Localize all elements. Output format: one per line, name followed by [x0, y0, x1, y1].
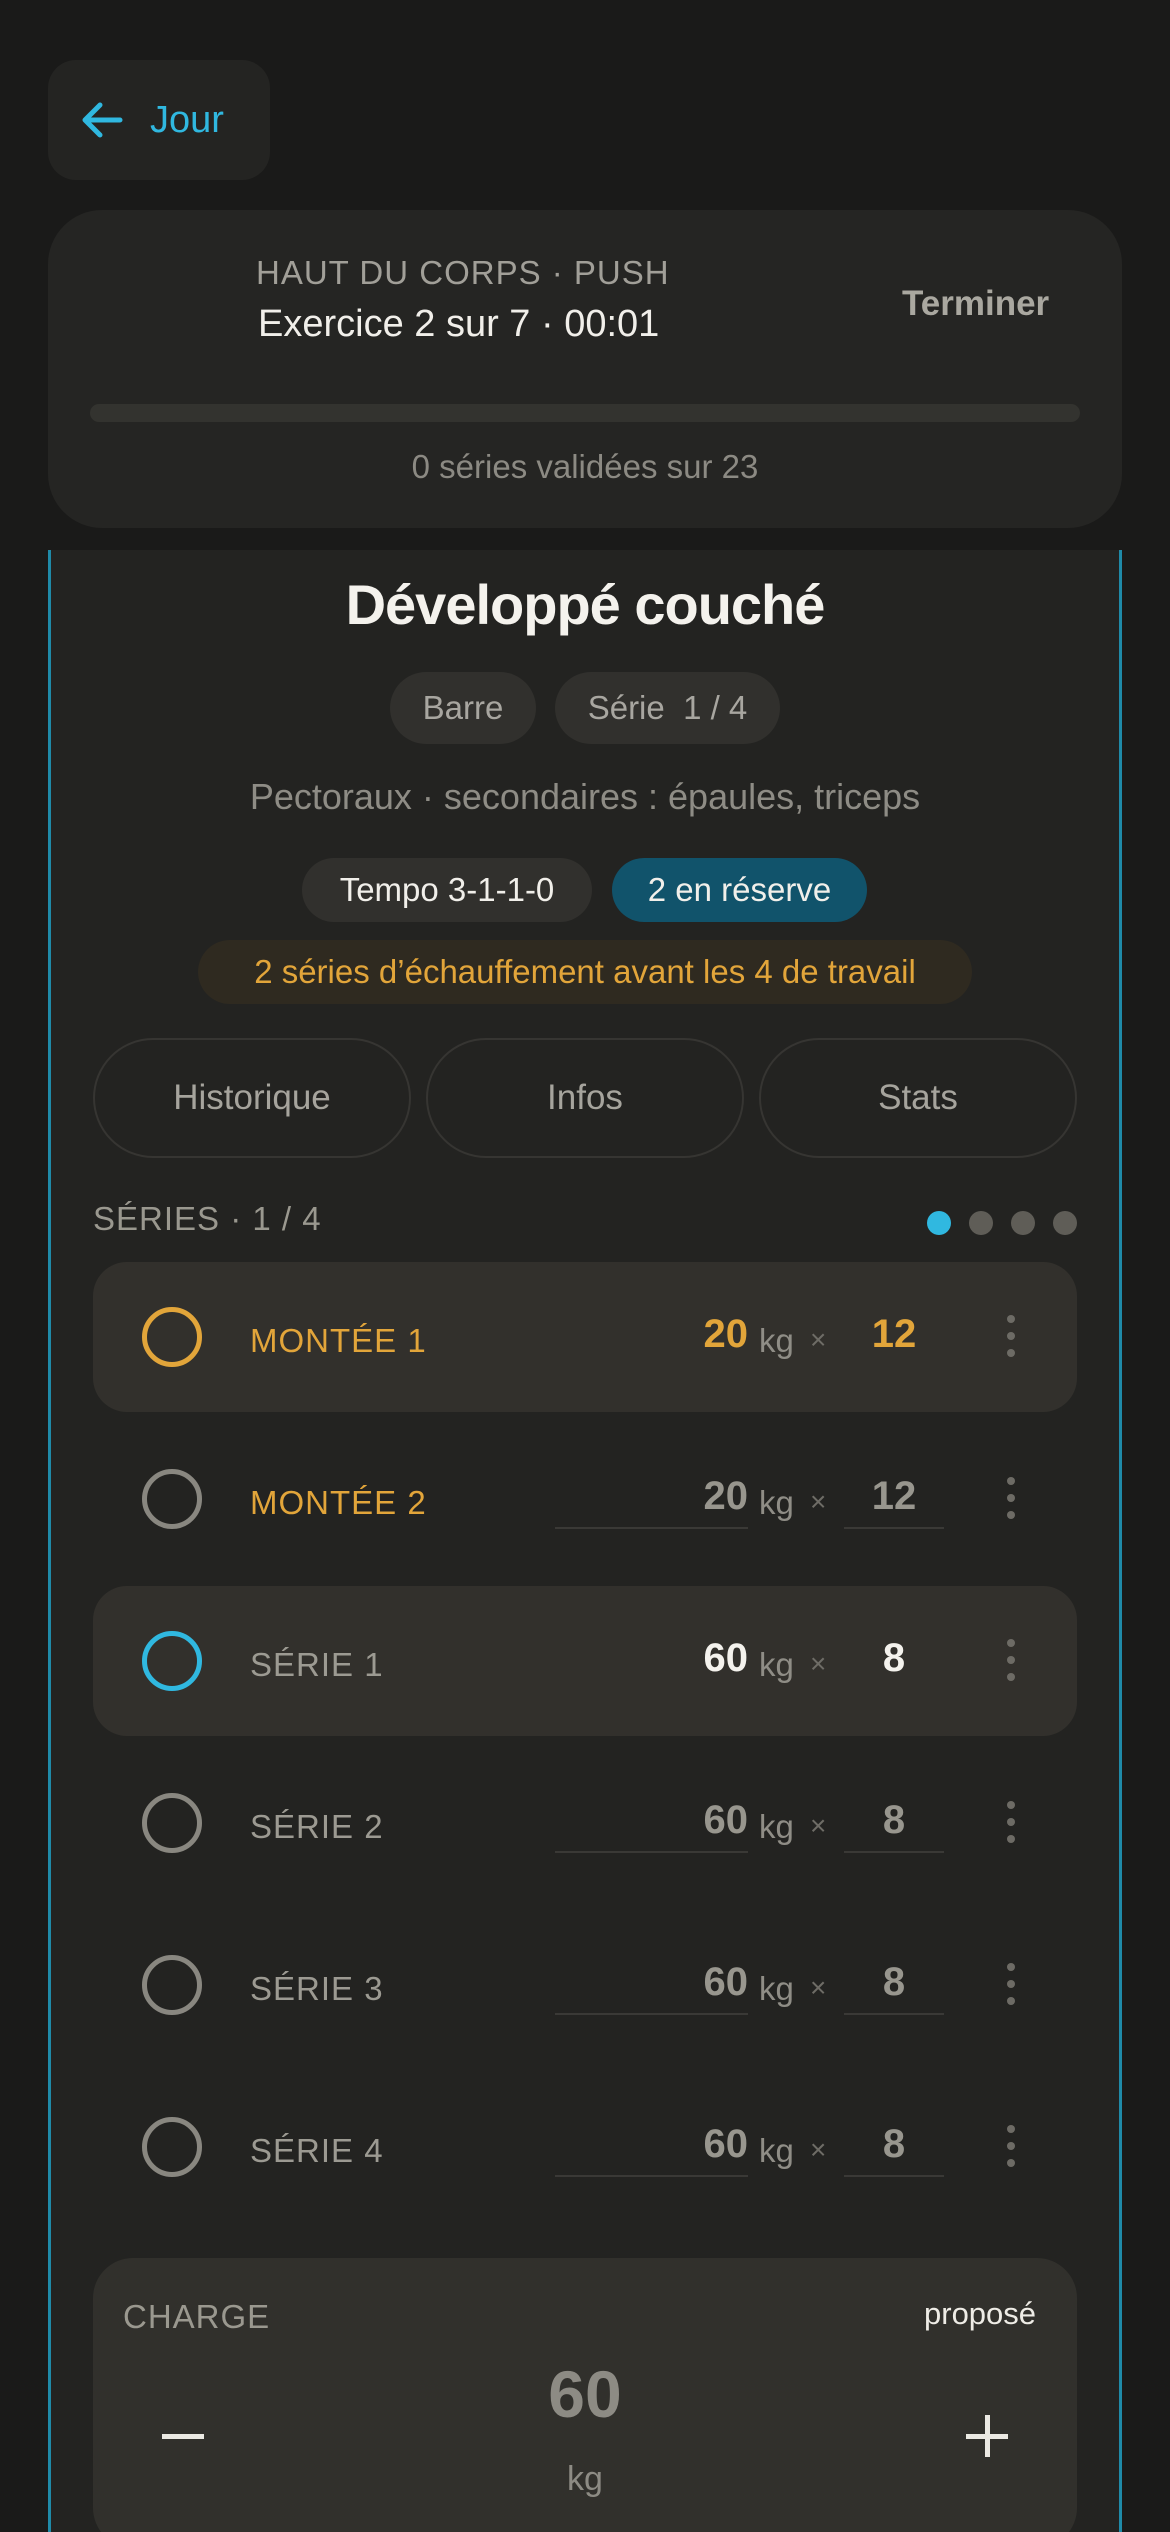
set-weight[interactable]: 60	[618, 1636, 749, 1681]
session-progress-bar	[90, 404, 1080, 422]
kebab-menu-icon[interactable]	[1007, 1801, 1015, 1852]
set-weight-unit: kg	[759, 1322, 794, 1359]
page-dot[interactable]	[969, 1211, 993, 1235]
set-weight-unit: kg	[759, 1808, 794, 1845]
set-checkbox[interactable]	[142, 2117, 202, 2177]
set-checkbox[interactable]	[142, 1307, 202, 1367]
warmup-note: 2 séries d’échauffement avant les 4 de t…	[198, 940, 972, 1004]
reps-underline	[844, 2013, 944, 2015]
kebab-menu-icon[interactable]	[1007, 1477, 1015, 1528]
page-dot-active[interactable]	[927, 1211, 951, 1235]
set-label: SÉRIE 4	[250, 2132, 384, 2169]
set-weight-unit: kg	[759, 1484, 794, 1521]
reps-underline	[844, 1851, 944, 1853]
tab-historique[interactable]: Historique	[93, 1038, 411, 1158]
set-weight-unit: kg	[759, 2132, 794, 2169]
set-label: MONTÉE 1	[250, 1322, 427, 1359]
charge-unit: kg	[567, 2460, 603, 2498]
arrow-left-icon	[82, 102, 123, 138]
times-sign: ×	[810, 2134, 827, 2165]
weight-underline	[555, 2175, 748, 2177]
set-checkbox[interactable]	[142, 1793, 202, 1853]
charge-proposed-label: proposé	[924, 2296, 1037, 2331]
set-checkbox[interactable]	[142, 1469, 202, 1529]
set-reps[interactable]: 8	[844, 1960, 944, 2005]
times-sign: ×	[810, 1810, 827, 1841]
weight-underline	[555, 2013, 748, 2015]
set-label: SÉRIE 2	[250, 1808, 384, 1845]
set-weight[interactable]: 20	[618, 1312, 749, 1357]
set-weight-unit: kg	[759, 1970, 794, 2007]
finish-button[interactable]: Terminer	[902, 284, 1049, 324]
session-subtitle: HAUT DU CORPS · PUSH	[256, 254, 670, 291]
back-button[interactable]: Jour	[48, 60, 270, 180]
times-sign: ×	[810, 1648, 827, 1679]
set-reps[interactable]: 12	[844, 1312, 944, 1357]
equipment-badge: Barre	[390, 672, 536, 744]
set-reps[interactable]: 12	[844, 1474, 944, 1519]
set-checkbox[interactable]	[142, 1955, 202, 2015]
reps-underline	[844, 1527, 944, 1529]
set-reps[interactable]: 8	[844, 2122, 944, 2167]
times-sign: ×	[810, 1486, 827, 1517]
charge-label: CHARGE	[123, 2298, 271, 2335]
charge-value[interactable]: 60	[0, 2356, 1170, 2432]
set-badge: Série 1 / 4	[555, 672, 780, 744]
set-weight[interactable]: 60	[618, 2122, 749, 2167]
set-weight[interactable]: 60	[618, 1960, 749, 2005]
set-label: SÉRIE 3	[250, 1970, 384, 2007]
page-dot[interactable]	[1011, 1211, 1035, 1235]
set-label: MONTÉE 2	[250, 1484, 427, 1521]
set-label: SÉRIE 1	[250, 1646, 384, 1683]
set-weight-unit: kg	[759, 1646, 794, 1683]
session-title: Exercice 2 sur 7 · 00:01	[258, 303, 660, 345]
tempo-badge: Tempo 3-1-1-0	[302, 858, 592, 922]
session-progress-text: 0 séries validées sur 23	[411, 448, 759, 485]
plus-icon-vertical[interactable]	[985, 2415, 990, 2457]
set-reps[interactable]: 8	[844, 1798, 944, 1843]
kebab-menu-icon[interactable]	[1007, 2125, 1015, 2176]
times-sign: ×	[810, 1324, 827, 1355]
minus-icon[interactable]	[162, 2434, 204, 2439]
series-header: SÉRIES · 1 / 4	[93, 1200, 322, 1237]
weight-underline	[555, 1851, 748, 1853]
reserve-badge: 2 en réserve	[612, 858, 867, 922]
page-dot[interactable]	[1053, 1211, 1077, 1235]
tab-infos[interactable]: Infos	[426, 1038, 744, 1158]
reps-underline	[844, 2175, 944, 2177]
kebab-menu-icon[interactable]	[1007, 1963, 1015, 2014]
kebab-menu-icon[interactable]	[1007, 1639, 1015, 1690]
kebab-menu-icon[interactable]	[1007, 1315, 1015, 1366]
set-reps[interactable]: 8	[844, 1636, 944, 1681]
weight-underline	[555, 1527, 748, 1529]
tab-stats[interactable]: Stats	[759, 1038, 1077, 1158]
set-weight[interactable]: 20	[618, 1474, 749, 1519]
times-sign: ×	[810, 1972, 827, 2003]
set-weight[interactable]: 60	[618, 1798, 749, 1843]
back-label: Jour	[150, 98, 224, 141]
set-checkbox[interactable]	[142, 1631, 202, 1691]
muscle-groups: Pectoraux · secondaires : épaules, trice…	[249, 776, 921, 817]
exercise-title: Développé couché	[345, 573, 826, 636]
